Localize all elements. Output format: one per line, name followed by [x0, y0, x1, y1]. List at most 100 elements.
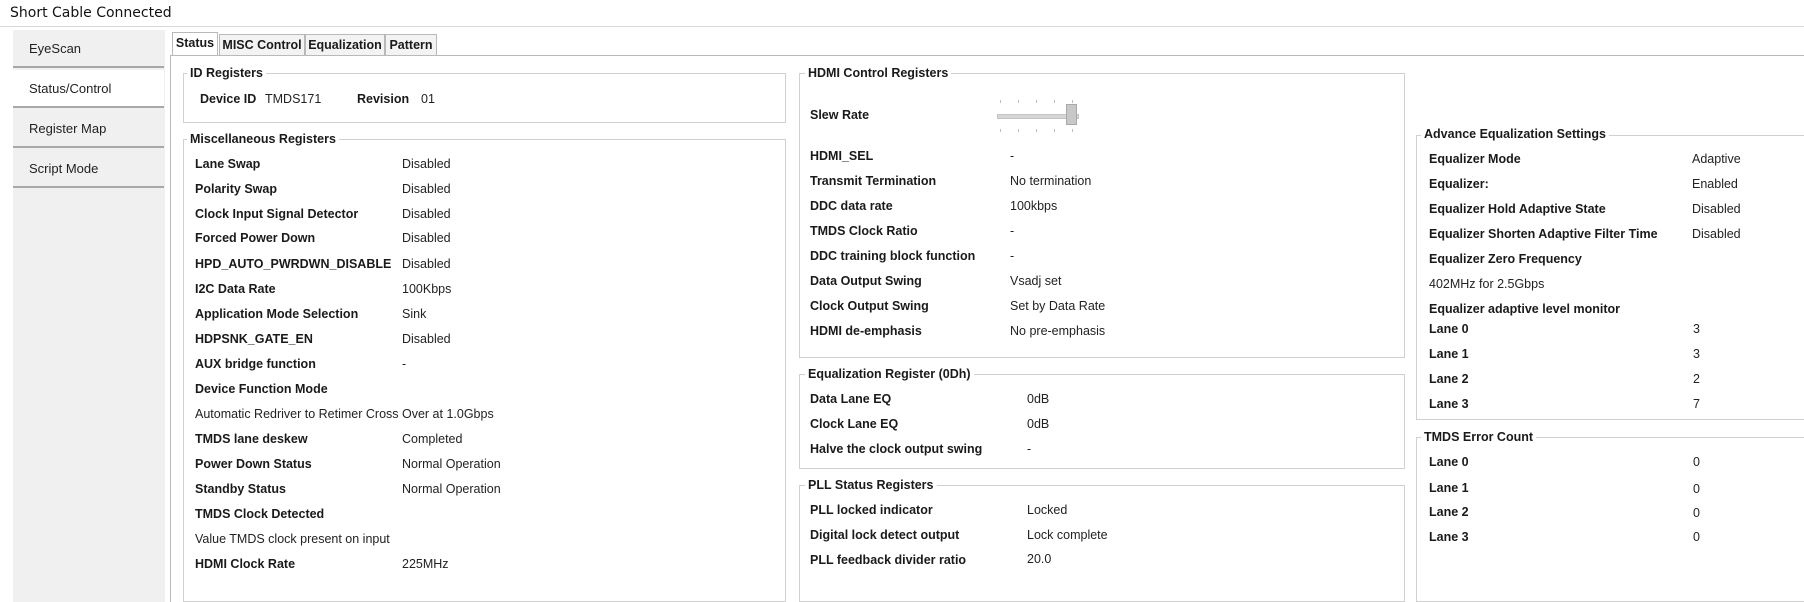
window-title: Short Cable Connected: [10, 5, 172, 21]
nav-item-status-control[interactable]: Status/Control: [13, 70, 164, 108]
misc-registers-title: Miscellaneous Registers: [187, 132, 339, 146]
slider-tick: [1054, 100, 1055, 103]
tmds-lane-deskew-value: Completed: [402, 432, 463, 446]
eq-zero-freq-value: 402MHz for 2.5Gbps: [1429, 277, 1545, 291]
pll-feedback-label: PLL feedback divider ratio: [810, 553, 967, 567]
standby-status-value: Normal Operation: [402, 482, 501, 496]
slider-tick: [1054, 129, 1055, 132]
pll-status-title: PLL Status Registers: [805, 478, 937, 492]
hdmi-clock-rate-value: 225MHz: [402, 557, 449, 571]
hdmi-de-emphasis-value: No pre-emphasis: [1010, 324, 1106, 338]
slider-tick: [1036, 100, 1037, 103]
equalizer-label: Equalizer:: [1429, 177, 1489, 191]
err-lane-2-label: Lane 2: [1429, 505, 1469, 519]
power-down-status-label: Power Down Status: [195, 457, 312, 471]
slider-tick: [1018, 129, 1019, 132]
application-mode-value: Sink: [402, 307, 427, 321]
hpd-auto-pwrdwn-value: Disabled: [402, 257, 451, 271]
eq-register-title: Equalization Register (0Dh): [805, 367, 974, 381]
pll-locked-value: Locked: [1027, 503, 1068, 517]
adv-lane-3-value: 7: [1693, 397, 1700, 411]
adv-eq-title: Advance Equalization Settings: [1421, 127, 1609, 141]
tab-pattern[interactable]: Pattern: [385, 34, 437, 55]
i2c-data-rate-value: 100Kbps: [402, 282, 452, 296]
eq-hold-label: Equalizer Hold Adaptive State: [1429, 202, 1606, 216]
halve-clock-swing-label: Halve the clock output swing: [810, 442, 983, 456]
content-border: [170, 55, 171, 602]
adv-lane-1-label: Lane 1: [1429, 347, 1469, 361]
nav-item-eyescan[interactable]: EyeScan: [13, 30, 164, 68]
pll-locked-label: PLL locked indicator: [810, 503, 933, 517]
adv-lane-0-label: Lane 0: [1429, 322, 1469, 336]
hdmi-control-group: [799, 73, 1405, 358]
slider-tick: [1036, 129, 1037, 132]
hdmi-clock-rate-label: HDMI Clock Rate: [195, 557, 296, 571]
forced-power-down-label: Forced Power Down: [195, 231, 316, 245]
revision-value: 01: [421, 92, 435, 106]
clock-input-detector-label: Clock Input Signal Detector: [195, 207, 359, 221]
eq-shorten-value: Disabled: [1692, 227, 1741, 241]
err-lane-0-value: 0: [1693, 455, 1700, 469]
clock-input-detector-value: Disabled: [402, 207, 451, 221]
eq-mode-value: Adaptive: [1692, 152, 1741, 166]
digital-lock-label: Digital lock detect output: [810, 528, 960, 542]
adv-lane-2-label: Lane 2: [1429, 372, 1469, 386]
nav-item-register-map[interactable]: Register Map: [13, 110, 164, 148]
hdpsnk-gate-en-label: HDPSNK_GATE_EN: [195, 332, 313, 346]
tab-misc-control[interactable]: MISC Control: [219, 34, 305, 55]
power-down-status-value: Normal Operation: [402, 457, 501, 471]
hdmi-sel-value: -: [1010, 149, 1015, 163]
adv-lane-1-value: 3: [1693, 347, 1700, 361]
i2c-data-rate-label: I2C Data Rate: [195, 282, 276, 296]
data-lane-eq-value: 0dB: [1027, 392, 1050, 406]
err-lane-3-label: Lane 3: [1429, 530, 1469, 544]
tmds-error-title: TMDS Error Count: [1421, 430, 1537, 444]
lane-swap-value: Disabled: [402, 157, 451, 171]
halve-clock-swing-value: -: [1027, 442, 1032, 456]
eq-mode-label: Equalizer Mode: [1429, 152, 1521, 166]
device-id-value: TMDS171: [265, 92, 322, 106]
transmit-termination-label: Transmit Termination: [810, 174, 937, 188]
eq-hold-value: Disabled: [1692, 202, 1741, 216]
tab-status[interactable]: Status: [172, 32, 218, 55]
tmds-clock-detected-value: Value TMDS clock present on input: [195, 532, 390, 546]
clock-output-swing-value: Set by Data Rate: [1010, 299, 1106, 313]
adv-lane-0-value: 3: [1693, 322, 1700, 336]
ddc-data-rate-value: 100kbps: [1010, 199, 1058, 213]
device-function-mode-value: Automatic Redriver to Retimer Cross Over…: [195, 407, 494, 421]
sidebar-nav: EyeScan Status/Control Register Map Scri…: [13, 30, 165, 602]
slew-rate-slider-thumb[interactable]: [1066, 104, 1077, 125]
clock-lane-eq-value: 0dB: [1027, 417, 1050, 431]
transmit-termination-value: No termination: [1010, 174, 1092, 188]
tmds-error-group: [1416, 437, 1804, 602]
err-lane-1-value: 0: [1693, 482, 1700, 496]
tmds-clock-detected-label: TMDS Clock Detected: [195, 507, 325, 521]
slider-tick: [1000, 100, 1001, 103]
adv-lane-3-label: Lane 3: [1429, 397, 1469, 411]
tab-equalization[interactable]: Equalization: [305, 34, 385, 55]
slew-rate-label: Slew Rate: [810, 108, 870, 122]
revision-label: Revision: [357, 92, 410, 106]
application-mode-label: Application Mode Selection: [195, 307, 359, 321]
hpd-auto-pwrdwn-label: HPD_AUTO_PWRDWN_DISABLE: [195, 257, 392, 271]
standby-status-label: Standby Status: [195, 482, 286, 496]
equalizer-value: Enabled: [1692, 177, 1738, 191]
slider-tick: [1072, 129, 1073, 132]
ddc-training-value: -: [1010, 249, 1015, 263]
eq-shorten-label: Equalizer Shorten Adaptive Filter Time: [1429, 227, 1658, 241]
hdpsnk-gate-en-value: Disabled: [402, 332, 451, 346]
ddc-data-rate-label: DDC data rate: [810, 199, 893, 213]
clock-lane-eq-label: Clock Lane EQ: [810, 417, 899, 431]
hdmi-de-emphasis-label: HDMI de-emphasis: [810, 324, 922, 338]
err-lane-1-label: Lane 1: [1429, 481, 1469, 495]
polarity-swap-value: Disabled: [402, 182, 451, 196]
polarity-swap-label: Polarity Swap: [195, 182, 277, 196]
aux-bridge-label: AUX bridge function: [195, 357, 316, 371]
title-divider: [0, 26, 1804, 27]
hdmi-sel-label: HDMI_SEL: [810, 149, 874, 163]
forced-power-down-value: Disabled: [402, 231, 451, 245]
nav-item-script-mode[interactable]: Script Mode: [13, 150, 164, 188]
err-lane-2-value: 0: [1693, 506, 1700, 520]
eq-monitor-label: Equalizer adaptive level monitor: [1429, 302, 1621, 316]
tmds-lane-deskew-label: TMDS lane deskew: [195, 432, 308, 446]
